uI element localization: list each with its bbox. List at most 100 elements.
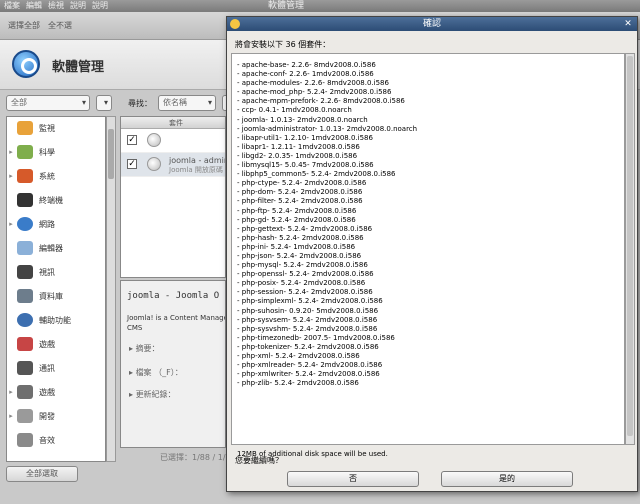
package-row[interactable]: ✓ joomla - admin Joomla 開放原碼 (121, 153, 225, 177)
no-button[interactable]: 否 (287, 471, 419, 487)
category-label: 音效 (39, 435, 55, 445)
toolbar-select-none[interactable]: 全不選 (48, 20, 72, 31)
package-line: - php-tokenizer- 5.2.4- 2mdv2008.0.i586 (237, 342, 379, 351)
category-label: 輔助功能 (39, 315, 71, 325)
app-title: 軟體管理 (52, 60, 105, 75)
package-line: - libapr1- 1.2.11- 1mdv2008.0.i586 (237, 142, 360, 151)
category-item-video[interactable]: 視訊 (7, 263, 105, 281)
package-line: - apache-base- 2.2.6- 8mdv2008.0.i586 (237, 61, 376, 69)
toolbar-select-all[interactable]: 選擇全部 (8, 20, 40, 31)
scrollbar-thumb[interactable] (627, 56, 633, 436)
expander-icon[interactable]: ▸ (7, 412, 15, 420)
package-line: - php-session- 5.2.4- 2mdv2008.0.i586 (237, 288, 373, 297)
main-window-title: 軟體管理 (268, 1, 305, 11)
package-line: - php-ini- 5.2.4- 1mdv2008.0.i586 (237, 242, 356, 251)
package-line: - php-xmlwriter- 5.2.4- 2mdv2008.0.i586 (237, 370, 380, 379)
package-details: joomla - Joomla O Joomla! is a Content M… (120, 280, 226, 448)
details-description: Joomla! is a Content Manage that brought… (127, 314, 226, 332)
film-icon (17, 265, 33, 279)
close-icon[interactable]: ✕ (622, 18, 634, 30)
details-summary-expander[interactable]: ▸ 摘要： (129, 343, 160, 354)
menu-edit[interactable]: 編輯 (26, 0, 42, 12)
package-line: - libmysql15- 5.0.45- 7mdv2008.0.i586 (237, 161, 374, 170)
category-label: 系統 (39, 171, 55, 181)
menu-options[interactable]: 說明 (70, 0, 86, 12)
category-item-network[interactable]: ▸ 網路 (7, 215, 105, 233)
search-label: 尋找： (128, 98, 152, 108)
package-checkbox[interactable]: ✓ (127, 159, 137, 169)
package-line: - php-ctype- 5.2.4- 2mdv2008.0.i586 (237, 179, 367, 188)
package-name: joomla - admin (169, 156, 226, 165)
details-link-label: 更新紀錄： (135, 390, 176, 399)
install-list-scrollbar[interactable] (625, 53, 635, 445)
category-item-system[interactable]: ▸ 系統 (7, 167, 105, 185)
status-text: 已選擇：1/88 / 1/0 (160, 453, 231, 462)
package-status-icon (147, 157, 161, 171)
details-changelog-expander[interactable]: ▸ 更新紀錄： (129, 389, 176, 400)
package-summary: Joomla 開放原碼 (169, 166, 223, 174)
category-list: 監視 ▸ 科學 ▸ 系統 終端機 ▸ 網路 編輯器 視訊 資料庫 輔助功能 遊戲… (6, 116, 106, 462)
group-filter-value: 全部 (11, 98, 27, 107)
expander-icon[interactable]: ▸ (7, 148, 15, 156)
category-item-development[interactable]: ▸ 開發 (7, 407, 105, 425)
package-line: - php-dom- 5.2.4- 2mdv2008.0.i586 (237, 188, 363, 197)
category-item-communications[interactable]: 通訊 (7, 359, 105, 377)
globe-icon (17, 217, 33, 231)
category-scrollbar[interactable] (106, 116, 116, 462)
phone-icon (17, 361, 33, 375)
category-item-science[interactable]: ▸ 科學 (7, 143, 105, 161)
menu-file[interactable]: 檔案 (4, 0, 20, 12)
category-item-databases[interactable]: 資料庫 (7, 287, 105, 305)
menu-view[interactable]: 檢視 (48, 0, 64, 12)
status-filter-select[interactable] (96, 95, 112, 111)
category-item-accessibility[interactable]: 輔助功能 (7, 311, 105, 329)
package-line: - ccp- 0.4.1- 1mdv2008.0.noarch (237, 106, 352, 115)
expander-icon[interactable]: ▸ (7, 388, 15, 396)
scrollbar-thumb[interactable] (108, 129, 114, 179)
details-title: joomla - Joomla O (127, 291, 220, 301)
category-label: 資料庫 (39, 291, 63, 301)
dialog-titlebar[interactable]: 確認 ✕ (227, 17, 637, 31)
category-label: 視訊 (39, 267, 55, 277)
category-label: 編輯器 (39, 243, 63, 253)
details-files-expander[interactable]: ▸ 檔案 （_F）： (129, 367, 183, 378)
package-row[interactable]: ✓ (121, 129, 225, 153)
accessibility-icon (17, 313, 33, 327)
details-link-label: 摘要： (135, 344, 160, 353)
menu-help[interactable]: 說明 (92, 0, 108, 12)
category-item-sound[interactable]: 音效 (7, 431, 105, 449)
confirm-dialog: 確認 ✕ 將會安裝以下 36 個套件： - apache-base- 2.2.6… (226, 16, 638, 492)
package-line: - php-timezonedb- 2007.5- 1mdv2008.0.i58… (237, 333, 395, 342)
category-item-editors[interactable]: 編輯器 (7, 239, 105, 257)
expander-icon[interactable]: ▸ (7, 220, 15, 228)
monitor-icon (17, 121, 33, 135)
terminal-icon (17, 193, 33, 207)
package-line: - libgd2- 2.0.35- 1mdv2008.0.i586 (237, 151, 358, 160)
category-item-terminal[interactable]: 終端機 (7, 191, 105, 209)
select-all-button[interactable]: 全部選取 (6, 466, 78, 482)
search-scope-value: 依名稱 (163, 98, 187, 107)
menubar: 檔案 編輯 檢視 說明 說明 (0, 0, 108, 12)
speaker-icon (17, 433, 33, 447)
category-label: 網路 (39, 219, 55, 229)
package-line: - php-gd- 5.2.4- 2mdv2008.0.i586 (237, 215, 356, 224)
expander-icon[interactable]: ▸ (7, 172, 15, 180)
package-checkbox[interactable]: ✓ (127, 135, 137, 145)
category-item-games[interactable]: 遊戲 (7, 335, 105, 353)
continue-prompt: 您要繼續嗎？ (235, 456, 283, 465)
package-column-header[interactable]: 套件 (121, 117, 225, 129)
search-scope-select[interactable]: 依名稱 (158, 95, 216, 111)
group-filter-select[interactable]: 全部 (6, 95, 90, 111)
package-line: - apache-mod_php- 5.2.4- 2mdv2008.0.i586 (237, 88, 392, 97)
package-line: - php-xmlreader- 5.2.4- 2mdv2008.0.i586 (237, 361, 383, 370)
category-item-monitor[interactable]: 監視 (7, 119, 105, 137)
category-item-games-2[interactable]: ▸ 遊戲 (7, 383, 105, 401)
package-line: - apache-mpm-prefork- 2.2.6- 8mdv2008.0.… (237, 97, 405, 106)
yes-button[interactable]: 是的 (441, 471, 573, 487)
system-icon (17, 169, 33, 183)
gamepad-icon (17, 385, 33, 399)
games-icon (17, 337, 33, 351)
tools-icon (17, 409, 33, 423)
category-label: 監視 (39, 123, 55, 133)
package-line: - php-gettext- 5.2.4- 2mdv2008.0.i586 (237, 224, 373, 233)
